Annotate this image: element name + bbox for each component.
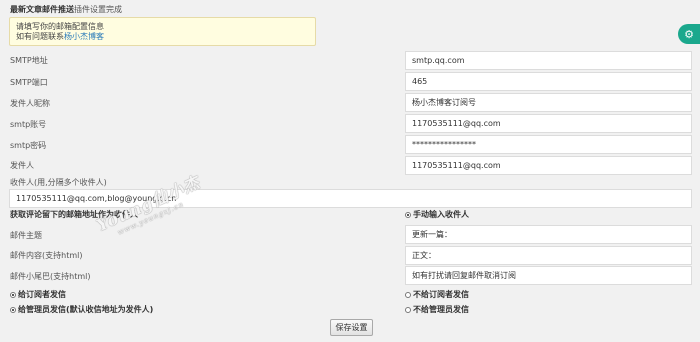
smtp-account-input[interactable] <box>405 114 692 133</box>
recipients-input[interactable] <box>9 189 692 208</box>
radio-unselected-icon <box>405 292 411 298</box>
page-title: 最新文章邮件推送插件设置完成 <box>10 4 122 15</box>
radio-selected-icon <box>10 292 16 298</box>
mail-content-label: 邮件内容(支持html) <box>10 251 83 260</box>
radio-recipient-manual-label: 手动输入收件人 <box>413 210 469 219</box>
smtp-host-input[interactable] <box>405 51 692 70</box>
radio-no-send-to-admin-label: 不给管理员发信 <box>413 305 469 314</box>
notice-line-2-prefix: 如有问题联系 <box>16 32 64 41</box>
radio-selected-icon <box>405 212 411 218</box>
mail-subject-input[interactable] <box>405 225 692 244</box>
page-title-bold: 最新文章邮件推送 <box>10 5 74 14</box>
smtp-password-label: smtp密码 <box>10 141 47 150</box>
radio-unselected-icon <box>405 307 411 313</box>
recipients-label: 收件人(用,分隔多个收件人) <box>10 178 107 187</box>
mail-footer-input[interactable] <box>405 266 692 285</box>
sender-name-input[interactable] <box>405 93 692 112</box>
radio-recipient-manual[interactable]: 手动输入收件人 <box>405 209 469 221</box>
blog-link[interactable]: 杨小杰博客 <box>64 32 104 41</box>
radio-selected-icon <box>10 307 16 313</box>
settings-page: 最新文章邮件推送插件设置完成 请填写你的邮箱配置信息 如有问题联系杨小杰博客 ⚙… <box>0 0 700 342</box>
save-settings-button[interactable]: 保存设置 <box>330 319 373 336</box>
radio-recipient-from-comments[interactable]: 获取评论留下的邮箱地址作为收件人 <box>10 209 138 221</box>
smtp-port-label: SMTP端口 <box>10 78 48 87</box>
mail-subject-label: 邮件主题 <box>10 231 42 240</box>
mail-footer-label: 邮件小尾巴(支持html) <box>10 272 91 281</box>
page-title-suffix: 插件设置完成 <box>74 5 122 14</box>
smtp-host-label: SMTP地址 <box>10 56 48 65</box>
sender-label: 发件人 <box>10 161 34 170</box>
radio-send-to-subscribers-label: 给订阅者发信 <box>18 290 66 299</box>
notice-line-2: 如有问题联系杨小杰博客 <box>16 32 309 42</box>
smtp-account-label: smtp账号 <box>10 120 47 129</box>
radio-send-to-subscribers[interactable]: 给订阅者发信 <box>10 289 66 301</box>
smtp-port-input[interactable] <box>405 72 692 91</box>
notice-line-1: 请填写你的邮箱配置信息 <box>16 22 104 31</box>
radio-no-send-to-subscribers[interactable]: 不给订阅者发信 <box>405 289 469 301</box>
radio-no-send-to-admin[interactable]: 不给管理员发信 <box>405 304 469 316</box>
radio-recipient-from-comments-label: 获取评论留下的邮箱地址作为收件人 <box>10 210 138 219</box>
radio-no-send-to-subscribers-label: 不给订阅者发信 <box>413 290 469 299</box>
radio-send-to-admin[interactable]: 给管理员发信(默认收信地址为发件人) <box>10 304 153 316</box>
info-notice: 请填写你的邮箱配置信息 如有问题联系杨小杰博客 <box>9 17 316 46</box>
gear-icon: ⚙ <box>684 27 694 41</box>
radio-send-to-admin-label: 给管理员发信(默认收信地址为发件人) <box>18 305 154 314</box>
sender-input[interactable] <box>405 156 692 175</box>
smtp-password-input[interactable] <box>405 135 692 154</box>
mail-content-input[interactable] <box>405 246 692 265</box>
sender-name-label: 发件人昵称 <box>10 99 50 108</box>
settings-gear-button[interactable]: ⚙ <box>678 24 700 44</box>
